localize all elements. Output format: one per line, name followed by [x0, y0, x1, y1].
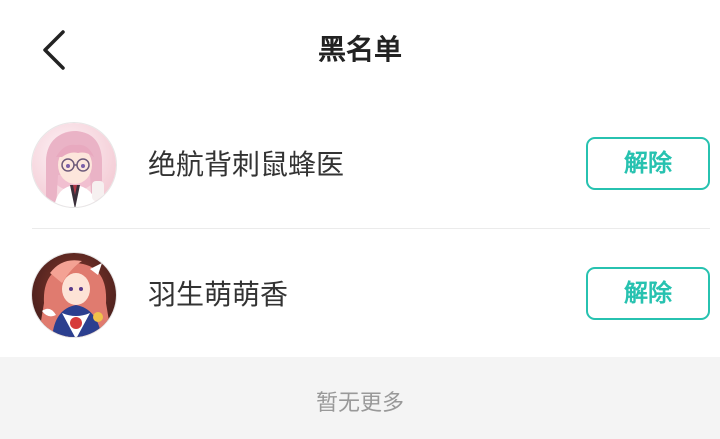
list-footer: 暂无更多 — [0, 357, 720, 439]
avatar-image — [32, 253, 116, 337]
no-more-text: 暂无更多 — [315, 391, 404, 416]
list-item: 羽生萌萌香 解除 — [0, 230, 720, 360]
user-name: 绝航背刺鼠蜂医 — [148, 148, 345, 181]
header: 黑名单 — [0, 0, 720, 100]
avatar[interactable] — [31, 122, 117, 208]
avatar[interactable] — [31, 252, 117, 338]
unblock-button[interactable]: 解除 — [586, 137, 710, 190]
list-item: 绝航背刺鼠蜂医 解除 — [0, 100, 720, 230]
page-title: 黑名单 — [317, 33, 402, 66]
unblock-button[interactable]: 解除 — [586, 267, 710, 320]
divider — [32, 228, 710, 229]
avatar-image — [32, 123, 116, 207]
user-name: 羽生萌萌香 — [148, 278, 289, 311]
blacklist: 绝航背刺鼠蜂医 解除 羽生萌萌香 解除 — [0, 100, 720, 360]
blacklist-page: 黑名单 绝航背刺鼠蜂医 解除 羽生萌萌香 解除 暂无更多 — [0, 0, 720, 439]
